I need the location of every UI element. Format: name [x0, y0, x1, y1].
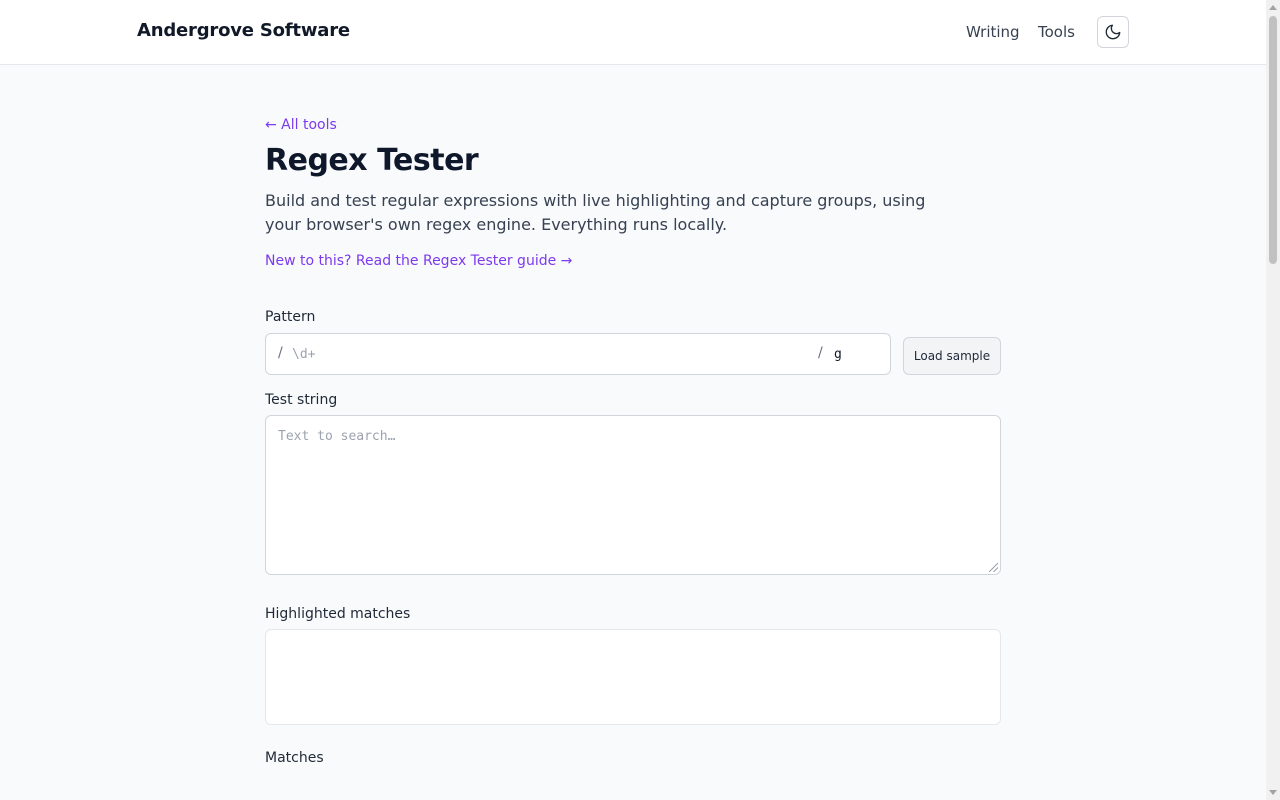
page-scrollbar[interactable]	[1266, 0, 1280, 800]
back-to-tools-link[interactable]: ← All tools	[265, 117, 337, 133]
moon-icon	[1105, 24, 1121, 40]
guide-link[interactable]: New to this? Read the Regex Tester guide…	[265, 253, 572, 269]
load-sample-button[interactable]: Load sample	[903, 337, 1001, 375]
flags-input[interactable]	[834, 342, 882, 366]
brand-logo[interactable]: Andergrove Software	[137, 20, 350, 41]
test-string-label: Test string	[265, 392, 338, 408]
scrollbar-thumb[interactable]	[1269, 16, 1277, 264]
pattern-input[interactable]	[292, 342, 802, 366]
pattern-label: Pattern	[265, 309, 316, 325]
page-title: Regex Tester	[265, 143, 479, 178]
scroll-down-icon[interactable]	[1269, 790, 1277, 795]
test-string-input[interactable]	[265, 415, 1001, 575]
highlighted-matches-label: Highlighted matches	[265, 606, 411, 622]
theme-toggle-button[interactable]	[1097, 16, 1129, 48]
highlighted-matches-output	[265, 629, 1001, 725]
site-header: Andergrove Software Writing Tools	[0, 0, 1266, 65]
matches-label: Matches	[265, 750, 324, 766]
nav-writing[interactable]: Writing	[966, 23, 1020, 41]
resize-handle-icon[interactable]	[989, 563, 998, 572]
pattern-field: / /	[265, 333, 891, 375]
nav-tools[interactable]: Tools	[1038, 23, 1075, 41]
page-description: Build and test regular expressions with …	[265, 191, 926, 234]
pattern-close-slash: /	[818, 345, 823, 361]
pattern-open-slash: /	[278, 345, 283, 361]
scroll-up-icon[interactable]	[1269, 5, 1277, 10]
